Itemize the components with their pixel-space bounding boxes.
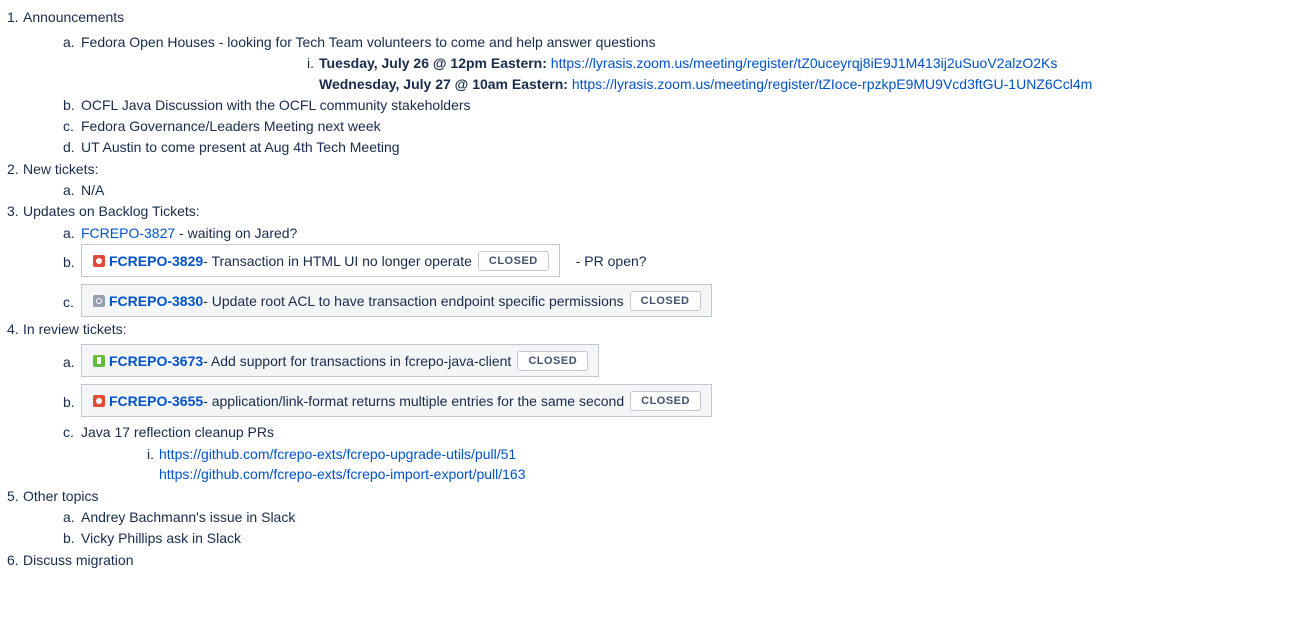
pr-link-row: https://github.com/fcrepo-exts/fcrepo-up…	[159, 445, 516, 463]
list-letter: b.	[63, 394, 75, 410]
list-letter: a.	[63, 225, 75, 241]
list-letter: b.	[63, 530, 75, 546]
ticket-summary: - Update root ACL to have transaction en…	[203, 292, 624, 309]
list-item-other-topics: Other topics	[23, 488, 99, 504]
list-item-discuss-migration: Discuss migration	[23, 552, 134, 568]
list-letter: a.	[63, 354, 75, 370]
tuesday-session: Tuesday, July 26 @ 12pm Eastern: https:/…	[319, 54, 1057, 72]
ticket-link-fcrepo-3655[interactable]: FCREPO-3655	[109, 393, 203, 409]
list-letter: c.	[63, 424, 74, 440]
list-letter: a.	[63, 182, 75, 198]
list-letter: c.	[63, 118, 74, 134]
list-letter: b.	[63, 254, 75, 270]
list-letter: a.	[63, 509, 75, 525]
list-item-ocfl-discussion: OCFL Java Discussion with the OCFL commu…	[81, 97, 471, 113]
bug-icon	[93, 394, 105, 407]
ticket-summary: - application/link-format returns multip…	[203, 392, 625, 409]
list-item-governance-meeting: Fedora Governance/Leaders Meeting next w…	[81, 118, 381, 134]
ticket-link-fcrepo-3830[interactable]: FCREPO-3830	[109, 293, 203, 309]
wednesday-label: Wednesday, July 27 @ 10am Eastern:	[319, 76, 568, 92]
list-item-open-houses: Fedora Open Houses - looking for Tech Te…	[81, 34, 656, 50]
task-icon	[93, 294, 105, 307]
list-item-backlog-tickets: Updates on Backlog Tickets:	[23, 203, 200, 219]
ticket-link-fcrepo-3829[interactable]: FCREPO-3829	[109, 253, 203, 269]
jira-card: FCREPO-3829 - Transaction in HTML UI no …	[81, 244, 560, 277]
pr-link-import-export[interactable]: https://github.com/fcrepo-exts/fcrepo-im…	[159, 466, 526, 482]
list-number: 2.	[7, 161, 19, 177]
tuesday-zoom-link[interactable]: https://lyrasis.zoom.us/meeting/register…	[551, 55, 1058, 71]
ticket-note: - waiting on Jared?	[175, 225, 298, 241]
wednesday-zoom-link[interactable]: https://lyrasis.zoom.us/meeting/register…	[572, 76, 1093, 92]
list-item-vicky-ask: Vicky Phillips ask in Slack	[81, 530, 242, 546]
wednesday-session: Wednesday, July 27 @ 10am Eastern: https…	[319, 75, 1092, 93]
list-roman: i.	[147, 446, 154, 462]
status-badge: CLOSED	[477, 250, 549, 271]
list-item-fcrepo-3827: FCREPO-3827 - waiting on Jared?	[81, 224, 297, 242]
list-item-java17-cleanup: Java 17 reflection cleanup PRs	[81, 424, 274, 440]
bug-icon	[93, 254, 105, 267]
status-badge: CLOSED	[630, 390, 701, 411]
jira-macro-fcrepo-3673: FCREPO-3673 - Add support for transactio…	[81, 344, 600, 377]
list-letter: b.	[63, 97, 75, 113]
list-number: 4.	[7, 321, 19, 337]
list-number: 5.	[7, 488, 19, 504]
list-number: 3.	[7, 203, 19, 219]
story-icon	[93, 354, 105, 367]
list-letter: c.	[63, 294, 74, 310]
status-badge: CLOSED	[517, 350, 589, 371]
jira-macro-fcrepo-3830: FCREPO-3830 - Update root ACL to have tr…	[81, 284, 712, 317]
ticket-link-fcrepo-3827[interactable]: FCREPO-3827	[81, 225, 175, 241]
list-item-new-tickets: New tickets:	[23, 161, 99, 177]
ticket-summary: - Add support for transactions in fcrepo…	[203, 352, 512, 369]
list-letter: d.	[63, 139, 75, 155]
tuesday-label: Tuesday, July 26 @ 12pm Eastern:	[319, 55, 547, 71]
ticket-summary: - Transaction in HTML UI no longer opera…	[203, 252, 472, 269]
status-badge: CLOSED	[629, 290, 701, 311]
list-number: 6.	[7, 552, 19, 568]
list-item-in-review: In review tickets:	[23, 321, 127, 337]
jira-macro-fcrepo-3829: FCREPO-3829 - Transaction in HTML UI no …	[81, 244, 647, 277]
list-item-announcements: Announcements	[23, 9, 125, 25]
list-item-andrey-issue: Andrey Bachmann's issue in Slack	[81, 509, 296, 525]
jira-macro-fcrepo-3655: FCREPO-3655 - application/link-format re…	[81, 384, 712, 417]
pr-link-upgrade-utils[interactable]: https://github.com/fcrepo-exts/fcrepo-up…	[159, 446, 516, 462]
list-letter: a.	[63, 34, 75, 50]
pr-link-row: https://github.com/fcrepo-exts/fcrepo-im…	[159, 465, 526, 483]
list-item-na: N/A	[81, 182, 105, 198]
list-item-ut-austin: UT Austin to come present at Aug 4th Tec…	[81, 139, 400, 155]
ticket-link-fcrepo-3673[interactable]: FCREPO-3673	[109, 353, 203, 369]
list-roman: i.	[307, 55, 314, 71]
ticket-note: - PR open?	[575, 252, 647, 269]
list-number: 1.	[7, 9, 19, 25]
